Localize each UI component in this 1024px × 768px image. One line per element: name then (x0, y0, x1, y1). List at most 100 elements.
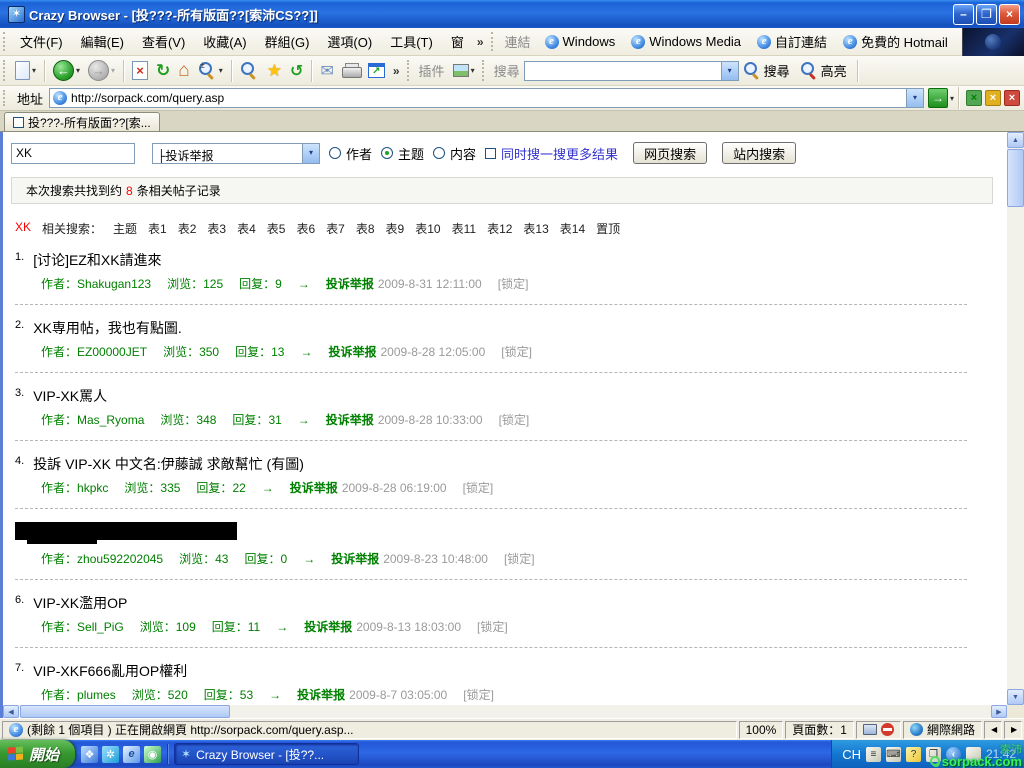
plugin-button[interactable]: ▾ (450, 62, 478, 79)
vertical-scroll-track[interactable] (1007, 207, 1024, 689)
link-free-hotmail[interactable]: e免費的 Hotmail (835, 32, 956, 51)
search-combobox-value[interactable] (525, 62, 721, 80)
item-author-link[interactable]: plumes (77, 688, 116, 702)
item-author-link[interactable]: Mas_Ryoma (77, 413, 144, 427)
item-author-link[interactable]: hkpkc (77, 481, 108, 495)
searchbar-grip[interactable] (482, 60, 487, 80)
address-url[interactable]: http://sorpack.com/query.asp (67, 91, 906, 105)
menu-options[interactable]: 選項(O) (318, 29, 381, 54)
related-link[interactable]: 表1 (148, 220, 167, 237)
quicklaunch-media-icon[interactable]: ◉ (144, 746, 161, 763)
address-dropdown[interactable]: ▾ (906, 89, 923, 107)
related-link[interactable]: 表6 (296, 220, 315, 237)
radio-subject[interactable]: 主题 (381, 144, 424, 163)
item-title-link[interactable]: VIP-XKF666亂用OP權利 (33, 661, 187, 681)
report-link[interactable]: 投诉举报 (304, 618, 352, 635)
related-link[interactable]: 表9 (386, 220, 405, 237)
tray-keyboard-icon[interactable]: ⌨ (886, 747, 901, 762)
related-link[interactable]: 表14 (560, 220, 585, 237)
menu-groups[interactable]: 群組(G) (256, 29, 319, 54)
back-button[interactable]: ←▾ (50, 58, 83, 83)
menubar-grip[interactable] (3, 32, 8, 51)
related-link[interactable]: 表11 (452, 220, 476, 237)
search-combobox[interactable]: ▾ (524, 61, 739, 81)
plugin-grip[interactable] (407, 60, 412, 80)
tab-checkbox[interactable] (13, 117, 24, 128)
close-yellow-button[interactable]: × (985, 90, 1001, 106)
report-link[interactable]: 投诉举报 (328, 343, 376, 360)
scroll-left-arrow[interactable]: ◀ (3, 705, 19, 718)
menu-overflow-chevron[interactable]: » (473, 35, 488, 49)
menu-window[interactable]: 窗 (442, 29, 473, 54)
related-link[interactable]: 表12 (487, 220, 512, 237)
open-external-button[interactable]: ↗ (365, 61, 388, 80)
quicklaunch-desktop-icon[interactable]: ❖ (81, 746, 98, 763)
start-button[interactable]: 開始 (0, 740, 75, 768)
new-page-button[interactable]: ▾ (12, 59, 39, 82)
report-link[interactable]: 投诉举报 (297, 686, 345, 703)
refresh-button[interactable]: ↻ (153, 59, 173, 83)
checkbox-box[interactable] (485, 148, 496, 159)
related-link[interactable]: 表10 (415, 220, 440, 237)
restore-button[interactable]: ❐ (976, 4, 997, 25)
scroll-up-arrow[interactable]: ▲ (1007, 132, 1024, 148)
forum-select-dropdown[interactable]: ▾ (302, 144, 319, 163)
address-input[interactable]: e http://sorpack.com/query.asp ▾ (49, 88, 924, 108)
item-author-link[interactable]: zhou592202045 (77, 552, 163, 566)
web-search-button[interactable]: 网页搜索 (633, 142, 707, 164)
radio-circle[interactable] (329, 147, 341, 159)
item-title-link[interactable]: 投訴 VIP-XK 中文名:伊藤誠 求敵幫忙 (有圖) (33, 454, 304, 474)
search-combobox-dropdown[interactable]: ▾ (721, 62, 738, 80)
radio-circle[interactable] (433, 147, 445, 159)
scroll-right-arrow[interactable]: ▶ (991, 705, 1007, 718)
toolbar-search-go-button[interactable]: 搜尋 (740, 59, 795, 82)
related-link[interactable]: 表3 (207, 220, 226, 237)
history-button[interactable]: ↺ (287, 59, 306, 83)
zoom-button[interactable]: ±▾ (195, 59, 226, 82)
search-button[interactable] (237, 59, 262, 82)
scroll-down-arrow[interactable]: ▼ (1007, 689, 1024, 705)
menu-file[interactable]: 文件(F) (11, 29, 72, 54)
related-link[interactable]: 表13 (523, 220, 548, 237)
tray-window-icon[interactable]: ❐ (926, 747, 941, 762)
tray-notepad-icon[interactable]: ≡ (866, 747, 881, 762)
quicklaunch-star-icon[interactable]: ✲ (102, 746, 119, 763)
favorites-button[interactable]: ★ (264, 59, 285, 83)
related-link[interactable]: 表5 (267, 220, 286, 237)
tab-next-button[interactable]: ▶ (1004, 721, 1022, 739)
report-link[interactable]: 投诉举报 (290, 479, 338, 496)
toolbar-overflow-chevron[interactable]: » (389, 64, 404, 78)
highlight-button[interactable]: 高亮 (797, 59, 852, 82)
minimize-button[interactable]: – (953, 4, 974, 25)
also-search-checkbox[interactable]: 同时搜一搜更多结果 (485, 144, 618, 163)
go-dropdown[interactable]: ▾ (950, 94, 954, 103)
report-link[interactable]: 投诉举报 (326, 275, 374, 292)
radio-author[interactable]: 作者 (329, 144, 372, 163)
tab-active[interactable]: 投???-所有版面??[索... (4, 112, 160, 131)
print-button[interactable] (339, 61, 363, 80)
home-button[interactable]: ⌂ (175, 58, 192, 84)
report-link[interactable]: 投诉举报 (331, 550, 379, 567)
horizontal-scroll-thumb[interactable] (20, 705, 230, 718)
forward-button[interactable]: →▾ (85, 58, 118, 83)
tray-hidden-icon[interactable] (966, 747, 981, 762)
related-link[interactable]: 表8 (356, 220, 375, 237)
addressbar-grip[interactable] (3, 90, 8, 107)
item-author-link[interactable]: Shakugan123 (77, 277, 151, 291)
horizontal-scroll-track[interactable] (230, 705, 991, 718)
language-indicator[interactable]: CH (842, 747, 861, 762)
tray-collapse-chevron[interactable]: ‹ (946, 747, 961, 762)
taskbar-window-button[interactable]: ✶ Crazy Browser - [投??... (174, 743, 359, 765)
site-search-button[interactable]: 站内搜索 (722, 142, 796, 164)
radio-circle-selected[interactable] (381, 147, 393, 159)
related-link[interactable]: 表4 (237, 220, 256, 237)
related-link[interactable]: 置顶 (596, 220, 620, 237)
go-button[interactable]: → (928, 88, 948, 108)
menu-tools[interactable]: 工具(T) (381, 29, 442, 54)
close-green-button[interactable]: × (966, 90, 982, 106)
toolbar-grip[interactable] (3, 60, 8, 80)
radio-content[interactable]: 内容 (433, 144, 476, 163)
item-author-link[interactable]: EZ00000JET (77, 345, 147, 359)
tab-prev-button[interactable]: ◀ (984, 721, 1002, 739)
link-windows[interactable]: eWindows (537, 34, 624, 49)
